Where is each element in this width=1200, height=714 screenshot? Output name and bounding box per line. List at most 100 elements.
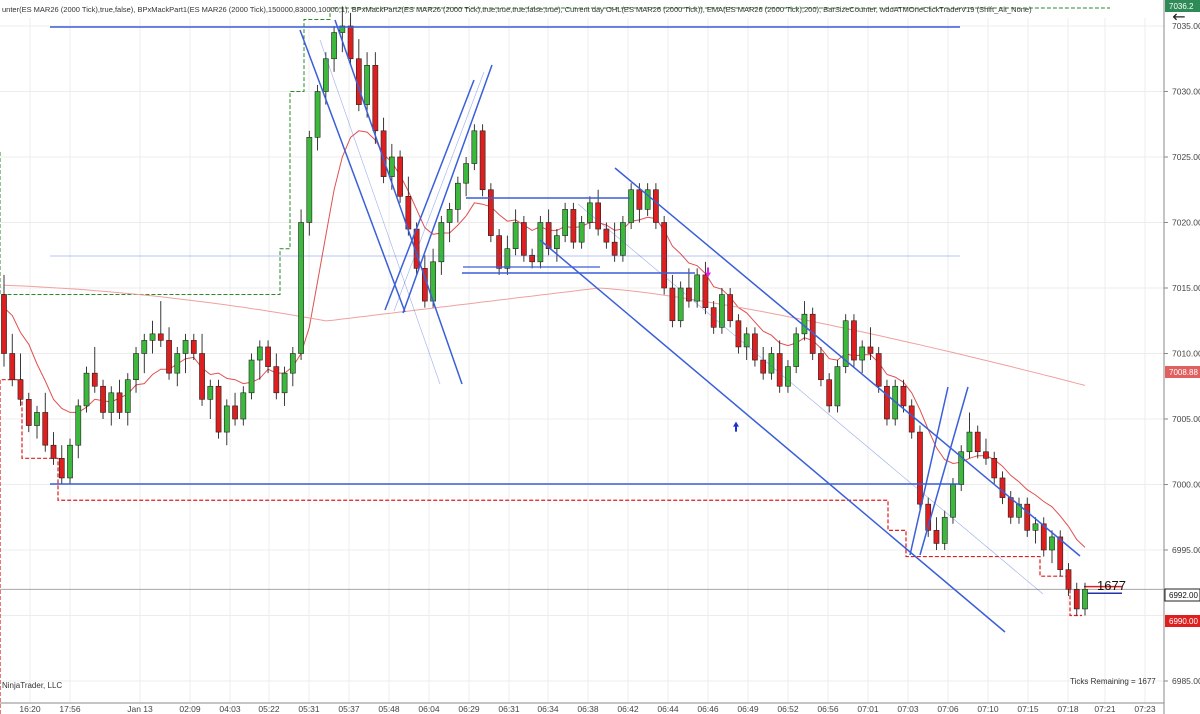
candle: [801, 301, 808, 341]
candle: [149, 320, 156, 354]
candle-body-down: [826, 379, 833, 407]
candle-body-down: [727, 294, 734, 322]
candle-body-down: [1065, 569, 1072, 590]
candle-body-up: [240, 392, 247, 420]
buy-signal-arrow: [733, 421, 739, 432]
candle: [752, 327, 758, 367]
candle-body-up: [554, 235, 560, 250]
candle-body-down: [190, 340, 197, 354]
price-tick-label: 7030.00: [1172, 87, 1200, 97]
candle: [438, 215, 445, 275]
candle-body-down: [25, 399, 32, 426]
candle-body-up: [322, 58, 329, 92]
candle: [331, 26, 337, 72]
candlesticks: [1, 6, 1088, 616]
candle: [182, 333, 189, 374]
time-tick-label: 07:21: [1094, 704, 1116, 714]
candle-body-down: [884, 385, 890, 420]
candle: [298, 209, 304, 361]
candle-body-down: [1073, 588, 1080, 610]
candle: [620, 215, 626, 262]
candle-body-up: [578, 222, 585, 243]
back-arrow-icon[interactable]: ←: [1168, 8, 1190, 26]
candle-body-up: [446, 209, 453, 223]
candle-body-down: [851, 320, 857, 361]
candle-body-down: [166, 340, 172, 374]
candle: [488, 183, 494, 243]
candle: [760, 346, 767, 380]
candle-body-up: [314, 91, 321, 138]
candle: [999, 471, 1006, 505]
candle: [842, 314, 849, 374]
candle: [380, 117, 387, 184]
bar-size-counter: 1677: [1097, 578, 1126, 593]
price-tick-label: 7025.00: [1172, 152, 1200, 162]
candle-body-down: [875, 353, 882, 387]
candle-body-up: [644, 189, 651, 210]
time-tick-label: 06:52: [777, 704, 799, 714]
down-channel-2-mid: [577, 203, 1044, 595]
price-tick-label: 7005.00: [1172, 414, 1200, 424]
candle-body-up: [719, 294, 725, 328]
candle-body-up: [471, 130, 478, 164]
candle: [595, 189, 601, 236]
candle: [661, 215, 668, 295]
time-tick-label: 06:56: [817, 704, 839, 714]
candle-body-down: [686, 287, 692, 302]
candle: [42, 392, 49, 452]
candle: [9, 333, 16, 387]
candle-body-down: [611, 241, 618, 256]
time-tick-label: 06:44: [657, 704, 679, 714]
candle: [570, 202, 577, 249]
time-axis: 16:20 17:56 Jan 13 02:09 04:03 05:22 05:31 05:3…: [0, 702, 1164, 714]
candle: [248, 353, 255, 400]
candle-body-down: [397, 156, 403, 197]
price-chart[interactable]: 6985.00 6995.00 7000.00 7005.00 7010.00 7015.…: [0, 0, 1200, 714]
time-tick-label: 06:49: [737, 704, 759, 714]
candle: [826, 373, 833, 413]
candle-body-up: [785, 366, 791, 387]
candle-body-up: [677, 287, 684, 322]
candle: [1073, 582, 1080, 616]
candle: [232, 392, 238, 426]
time-tick-label: 06:29: [458, 704, 480, 714]
candle: [166, 327, 172, 380]
candle: [265, 340, 271, 374]
candle: [25, 392, 32, 433]
candle: [34, 405, 40, 439]
candle: [256, 340, 263, 380]
candle: [991, 451, 998, 485]
candle: [174, 346, 181, 387]
time-tick-label: 05:31: [298, 704, 320, 714]
candle: [314, 84, 321, 151]
candle: [653, 183, 659, 230]
candle-body-down: [867, 346, 874, 354]
time-tick-label: 07:23: [1134, 704, 1156, 714]
time-tick-label: 07:15: [1017, 704, 1039, 714]
candle: [496, 229, 502, 275]
candle-body-down: [991, 457, 998, 479]
candle-body-down: [521, 222, 527, 256]
drawing-tools[interactable]: [50, 19, 1081, 633]
candle: [223, 399, 230, 446]
candle: [578, 215, 585, 249]
time-tick-label: 06:04: [418, 704, 440, 714]
candle: [512, 209, 519, 256]
time-tick-label: Jan 13: [127, 704, 153, 714]
ticks-remaining-label: Ticks Remaining = 1677: [1070, 677, 1156, 686]
candle: [834, 360, 841, 413]
candle-body-up: [859, 346, 866, 361]
candle: [793, 327, 800, 374]
candle-body-up: [694, 274, 701, 302]
candle: [974, 425, 981, 459]
candle: [17, 353, 24, 406]
candle: [735, 314, 742, 354]
candle-body-up: [174, 353, 181, 374]
candle: [669, 274, 676, 328]
candle-body-up: [182, 340, 189, 354]
price-axis: 6985.00 6995.00 7000.00 7005.00 7010.00 7015.…: [1163, 0, 1200, 714]
candle: [521, 215, 527, 262]
price-tick-label: 6985.00: [1172, 676, 1200, 686]
time-tick-label: 07:03: [897, 704, 919, 714]
candle-body-down: [479, 130, 486, 191]
